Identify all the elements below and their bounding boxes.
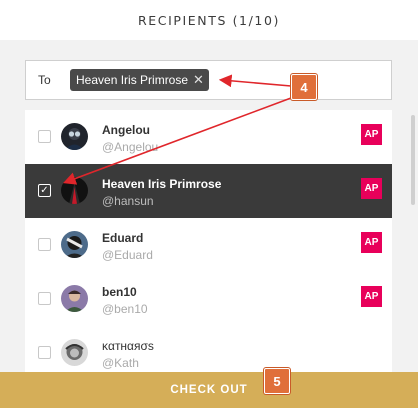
to-field[interactable]: To Heaven Iris Primrose ✕	[25, 60, 392, 100]
recipient-row[interactable]: Eduard @Eduard AP	[25, 218, 392, 272]
avatar-image	[61, 339, 88, 366]
recipient-checkbox[interactable]	[38, 292, 51, 305]
status-badge: AP	[361, 232, 382, 253]
recipient-handle: @ben10	[102, 302, 148, 316]
list-scrollbar[interactable]	[411, 115, 415, 205]
recipient-checkbox[interactable]	[38, 238, 51, 251]
recipient-checkbox[interactable]	[38, 346, 51, 359]
recipient-row[interactable]: ĸαтнαяσѕ @Kath	[25, 326, 392, 372]
avatar	[61, 339, 88, 366]
page-title: RECIPIENTS (1/10)	[137, 12, 281, 28]
recipient-checkbox[interactable]	[38, 130, 51, 143]
recipient-handle: @Angelou	[102, 140, 159, 154]
recipient-row-selected[interactable]: ✓ Heaven Iris Primrose @hansun AP	[25, 164, 392, 218]
recipient-row[interactable]: Angelou @Angelou AP	[25, 110, 392, 164]
recipient-name: Eduard	[102, 231, 144, 245]
recipients-header: RECIPIENTS (1/10)	[0, 0, 418, 40]
recipient-handle: @Kath	[102, 356, 139, 370]
recipient-chip-label: Heaven Iris Primrose	[76, 73, 189, 87]
avatar	[61, 177, 88, 204]
checkout-label: CHECK OUT	[170, 384, 248, 396]
recipient-name: Heaven Iris Primrose	[102, 177, 222, 191]
avatar	[61, 231, 88, 258]
status-badge: AP	[361, 124, 382, 145]
recipient-handle: @hansun	[102, 194, 154, 208]
annotation-marker-5: 5	[264, 368, 290, 394]
recipient-list[interactable]: Angelou @Angelou AP ✓ Heaven Iris Primro…	[25, 110, 392, 372]
recipient-checkbox[interactable]: ✓	[38, 184, 51, 197]
recipient-name: ben10	[102, 285, 137, 299]
avatar-image	[61, 231, 88, 258]
avatar-image	[61, 285, 88, 312]
avatar	[61, 285, 88, 312]
annotation-marker-4: 4	[291, 74, 317, 100]
status-badge: AP	[361, 286, 382, 307]
recipient-chip[interactable]: Heaven Iris Primrose ✕	[70, 69, 209, 91]
recipient-handle: @Eduard	[102, 248, 153, 262]
checkout-button[interactable]: CHECK OUT	[0, 372, 418, 408]
recipient-name: Angelou	[102, 123, 150, 137]
avatar	[61, 123, 88, 150]
status-badge: AP	[361, 178, 382, 199]
recipient-name: ĸαтнαяσѕ	[102, 339, 154, 353]
to-label: To	[38, 73, 51, 87]
avatar-image	[61, 123, 88, 150]
recipient-row[interactable]: ben10 @ben10 AP	[25, 272, 392, 326]
avatar-image	[61, 177, 88, 204]
close-icon[interactable]: ✕	[193, 72, 204, 88]
